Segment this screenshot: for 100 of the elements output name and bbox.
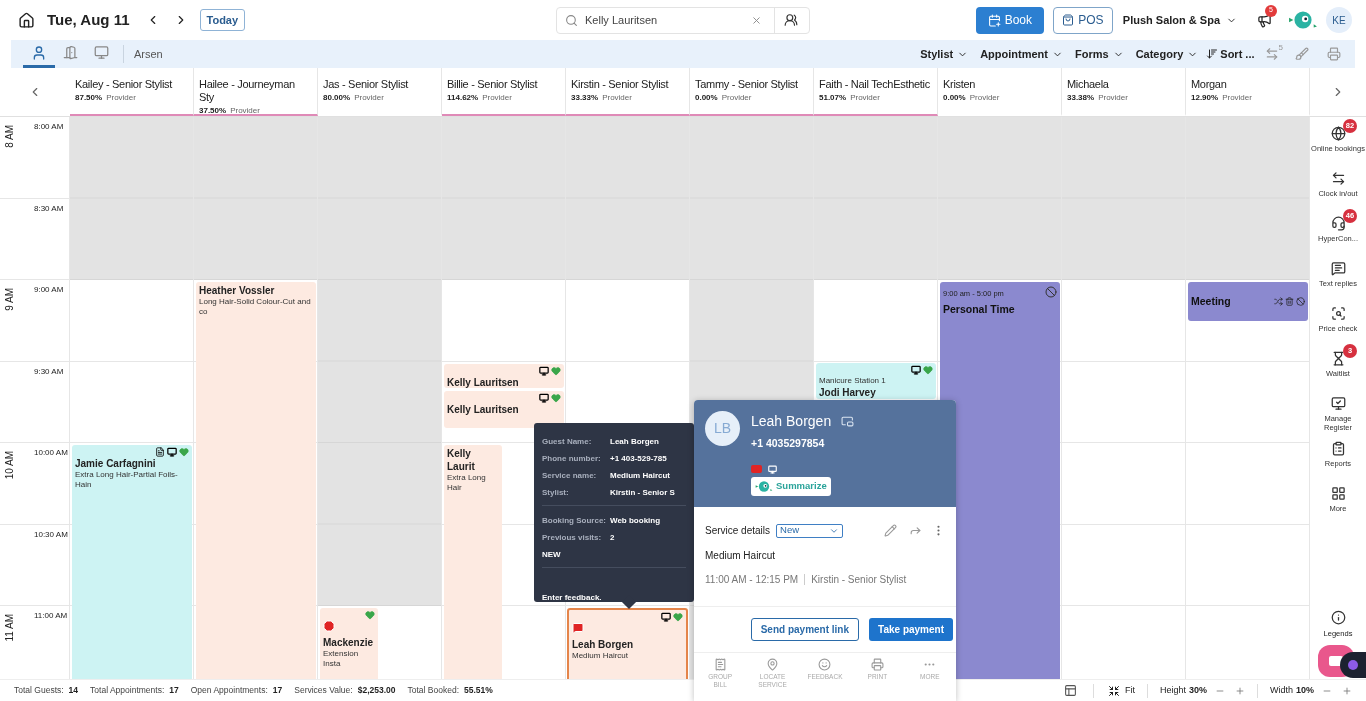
role-label: Provider xyxy=(602,92,632,104)
guest-name: Heather Vossler xyxy=(199,284,276,297)
tooltip-label: Booking Source: xyxy=(542,514,607,527)
guest-name: Jodi Harvey xyxy=(819,386,877,399)
today-button[interactable]: Today xyxy=(199,9,246,31)
location-dropdown[interactable]: Plush Salon & Spa xyxy=(1122,11,1237,29)
time-label: 11:00 AM xyxy=(34,610,68,622)
stat-value: 14 xyxy=(68,684,79,697)
increase-width-icon[interactable] xyxy=(1342,685,1352,696)
sort-icon xyxy=(1206,48,1219,60)
user-avatar[interactable]: KE xyxy=(1326,7,1352,33)
expand-icon[interactable] xyxy=(841,415,855,428)
stylist-name: Kristen xyxy=(943,78,977,91)
pos-button[interactable]: POS xyxy=(1052,6,1113,34)
transfer-icon xyxy=(1330,171,1346,186)
tooltip-note: Enter feedback. xyxy=(542,592,602,604)
service-name: Medium Haircut xyxy=(705,549,776,563)
role-label: Provider xyxy=(969,92,1000,104)
appointment-card[interactable]: Leah Borgen Medium Haircut xyxy=(567,608,688,679)
scan-icon xyxy=(1330,306,1346,321)
stylist-name: Faith - Nail TechEsthetic xyxy=(819,78,931,91)
tooltip-value: +1 403-529-785 xyxy=(610,452,667,465)
take-payment-button[interactable]: Take payment xyxy=(869,618,953,641)
fit-button[interactable]: Fit xyxy=(1107,683,1135,698)
sort-button[interactable]: Sort ... xyxy=(1206,45,1255,63)
stat-value: $2,253.00 xyxy=(357,684,396,697)
service-stylist: Kirstin - Senior Stylist xyxy=(811,573,907,587)
brush-icon[interactable] xyxy=(1295,47,1309,61)
clear-icon[interactable] xyxy=(751,14,762,26)
smile-icon xyxy=(818,658,832,671)
stat-value: 55.51% xyxy=(464,684,493,697)
appointment-card[interactable]: Heather Vossler Long Hair-Solid Colour-Cut and co xyxy=(196,282,316,679)
swap-count: 5 xyxy=(1278,43,1283,52)
layout-icon[interactable] xyxy=(1063,684,1077,697)
service-name: Extension Insta xyxy=(323,649,360,669)
appointment-card[interactable]: Jamie Carfagnini Extra Long Hair-Partial Foils-Hain xyxy=(72,445,192,679)
stylist-name: Jas - Senior Stylist xyxy=(323,78,410,91)
filter-dropdown[interactable]: Stylist xyxy=(920,45,969,63)
meeting-block[interactable]: Meeting xyxy=(1188,282,1308,321)
status-select[interactable]: New xyxy=(776,523,844,538)
station-label: Manicure Station 1 xyxy=(819,375,887,386)
guests-icon[interactable] xyxy=(784,13,798,27)
stylist-name: Michaela xyxy=(1067,78,1110,91)
shrink-icon xyxy=(1107,684,1120,697)
guest-name: Kelly Lauritsen xyxy=(447,403,520,416)
date-title: Tue, Aug 11 xyxy=(47,9,130,30)
filter-dropdown[interactable]: Category xyxy=(1135,45,1199,63)
tooltip-label: Previous visits: xyxy=(542,531,603,544)
swap-icon[interactable] xyxy=(1264,47,1279,61)
ban-icon xyxy=(1296,297,1305,306)
ban-icon xyxy=(1045,286,1057,298)
increase-height-icon[interactable] xyxy=(1234,685,1245,696)
appointment-card[interactable]: Kelly Laurit Extra Long Hair xyxy=(444,445,502,679)
hour-label: 10 AM xyxy=(2,451,16,480)
user-name: Arsen xyxy=(134,46,163,62)
stat-value: 17 xyxy=(169,684,179,697)
width-value: 10% xyxy=(1296,683,1314,697)
guest-name: Mackenzie xyxy=(323,636,375,649)
role-label: Provider xyxy=(354,92,384,104)
hour-label: 8 AM xyxy=(2,125,16,148)
guest-name: Jamie Carfagnini xyxy=(75,457,157,470)
appointment-card[interactable]: Kelly Lauritsen xyxy=(444,364,564,388)
assistant-tab[interactable] xyxy=(1340,652,1366,678)
tooltip-note: NEW xyxy=(542,548,561,561)
robot-icon xyxy=(755,479,773,493)
service-name: Long Hair-Solid Colour-Cut and co xyxy=(199,297,312,317)
appointment-card[interactable]: Kelly Lauritsen xyxy=(444,391,564,428)
grid-icon xyxy=(1330,486,1346,501)
width-label: Width xyxy=(1269,683,1293,697)
appointment-card[interactable]: Manicure Station 1 Jodi Harvey xyxy=(816,363,936,399)
tooltip-label: Stylist: xyxy=(542,486,570,499)
guest-name: Leah Borgen xyxy=(751,412,832,431)
time-label: 9:30 AM xyxy=(34,365,64,378)
height-label: Height xyxy=(1159,683,1186,697)
send-payment-link-button[interactable]: Send payment link xyxy=(750,618,860,641)
time-label: 10:30 AM xyxy=(34,528,68,541)
door-icon xyxy=(63,45,78,60)
role-label: Provider xyxy=(482,92,512,104)
booked-percent: 80.00% xyxy=(323,92,351,104)
monitor-check-icon xyxy=(1330,396,1346,411)
booked-percent: 33.38% xyxy=(1067,92,1095,104)
appointment-card[interactable]: Mackenzie Extension Insta xyxy=(320,608,378,679)
chat-icon xyxy=(1330,261,1346,276)
book-button[interactable]: Book xyxy=(975,6,1044,34)
stylist-name: Billie - Senior Stylist xyxy=(447,78,539,91)
role-label: Provider xyxy=(1098,92,1128,104)
edit-icon[interactable] xyxy=(884,524,897,537)
move-icon[interactable] xyxy=(909,524,922,537)
filter-dropdown[interactable]: Appointment xyxy=(980,45,1063,63)
monitor-icon xyxy=(768,464,777,474)
guest-avatar: LB xyxy=(705,411,740,446)
print-icon xyxy=(870,658,884,671)
tooltip-value: Leah Borgen xyxy=(610,435,659,448)
search-bar[interactable]: Kelly Lauritsen xyxy=(556,6,810,34)
print-icon[interactable] xyxy=(1327,47,1341,61)
tooltip-value: Web booking xyxy=(610,514,661,527)
globe-icon xyxy=(1330,126,1346,141)
search-field[interactable]: Kelly Lauritsen xyxy=(585,11,735,29)
filter-dropdown[interactable]: Forms xyxy=(1075,45,1124,63)
tooltip-label: Guest Name: xyxy=(542,435,593,448)
